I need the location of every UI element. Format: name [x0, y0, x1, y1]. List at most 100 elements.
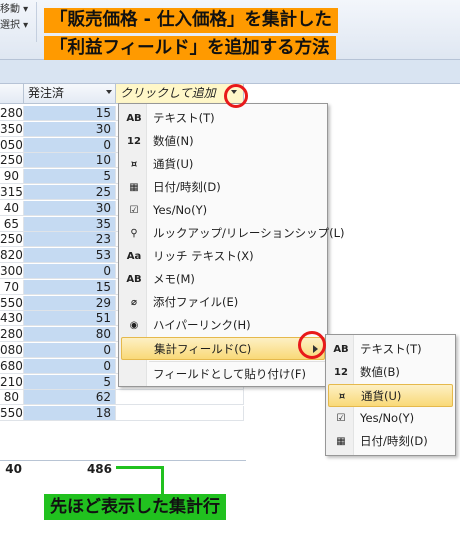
cell-price[interactable]: 550 — [0, 406, 24, 422]
navigation-strip — [0, 60, 460, 84]
submenu-item-label: 日付/時刻(D) — [360, 434, 428, 448]
cell-ordered[interactable]: 51 — [24, 311, 116, 327]
menu-item-label: 通貨(U) — [153, 157, 194, 171]
menu-item[interactable]: AB メモ(M) — [121, 268, 325, 291]
number-type-icon: 12 — [127, 136, 141, 147]
currency-type-icon: ¤ — [338, 391, 346, 402]
ribbon-select-button[interactable]: 選択 ▾ — [0, 16, 28, 31]
menu-item[interactable]: ⌀ 添付ファイル(E) — [121, 291, 325, 314]
cell-ordered[interactable]: 0 — [24, 137, 116, 153]
title-banner-line1: 「販売価格 - 仕入価格」を集計した — [44, 8, 338, 33]
cell-price[interactable]: 40 — [0, 200, 24, 216]
callout-connector — [161, 466, 164, 494]
currency-type-icon: ¤ — [130, 159, 138, 170]
calculated-field-submenu: AB テキスト(T) 12 数値(B) ¤ 通貨(U) ☑ Yes/No(Y) ▦ 日付/時刻(D… — [325, 334, 456, 456]
menu-item[interactable]: 12 数値(N) — [121, 130, 325, 153]
callout-connector — [116, 466, 164, 469]
column-header-price[interactable] — [0, 84, 24, 104]
cell-ordered[interactable]: 5 — [24, 169, 116, 185]
cell-ordered[interactable]: 0 — [24, 264, 116, 279]
cell-ordered[interactable]: 53 — [24, 248, 116, 264]
submenu-item[interactable]: 12 数値(B) — [328, 361, 453, 384]
cell-ordered[interactable]: 10 — [24, 153, 116, 169]
cell-price[interactable]: 550 — [0, 295, 24, 311]
submenu-item[interactable]: AB テキスト(T) — [328, 338, 453, 361]
menu-item-label: ルックアップ/リレーションシップ(L) — [153, 226, 345, 240]
callout-total-row: 先ほど表示した集計行 — [44, 494, 226, 520]
menu-item[interactable]: Aa リッチ テキスト(X) — [121, 245, 325, 268]
lookup-relationship-icon: ⚲ — [130, 228, 138, 239]
cell-price[interactable]: 80 — [0, 390, 24, 406]
cell-price[interactable]: 90 — [0, 169, 24, 185]
cell-ordered[interactable]: 0 — [24, 343, 116, 358]
menu-item[interactable]: AB テキスト(T) — [121, 107, 325, 130]
menu-item-label: 日付/時刻(D) — [153, 180, 221, 194]
cell-ordered[interactable]: 18 — [24, 406, 116, 422]
memo-type-icon: AB — [126, 274, 142, 285]
menu-item[interactable]: ⚲ ルックアップ/リレーションシップ(L) — [121, 222, 344, 245]
cell-price[interactable]: 080 — [0, 343, 24, 358]
menu-item[interactable]: ☑ Yes/No(Y) — [121, 199, 325, 222]
cell-ordered[interactable]: 5 — [24, 374, 116, 390]
column-header-ordered[interactable]: 発注済 — [24, 84, 116, 104]
cell-price[interactable]: 350 — [0, 121, 24, 137]
menu-item[interactable]: ◉ ハイパーリンク(H) — [121, 314, 325, 337]
cell-price[interactable]: 430 — [0, 311, 24, 327]
cell-new-field[interactable] — [116, 406, 244, 422]
cell-ordered[interactable]: 0 — [24, 358, 116, 374]
menu-separator — [149, 361, 325, 362]
field-type-menu: AB テキスト(T) 12 数値(N) ¤ 通貨(U) ▦ 日付/時刻(D) ☑ Yes/No(Y… — [118, 103, 345, 387]
cell-price[interactable]: 210 — [0, 374, 24, 390]
menu-item-label: Yes/No(Y) — [153, 203, 208, 217]
cell-price[interactable]: 820 — [0, 248, 24, 264]
cell-ordered[interactable]: 29 — [24, 295, 116, 311]
chevron-down-icon[interactable] — [106, 90, 112, 94]
highlight-ring-submenu-arrow — [298, 331, 326, 359]
menu-item-label: 添付ファイル(E) — [153, 295, 239, 309]
cell-ordered[interactable]: 25 — [24, 185, 116, 200]
cell-ordered[interactable]: 15 — [24, 106, 116, 121]
cell-ordered[interactable]: 15 — [24, 279, 116, 295]
cell-ordered[interactable]: 80 — [24, 327, 116, 343]
menu-item[interactable]: 集計フィールド(C) — [121, 337, 325, 360]
menu-item-label: 数値(N) — [153, 134, 194, 148]
submenu-item[interactable]: ☑ Yes/No(Y) — [328, 407, 453, 430]
cell-price[interactable]: 050 — [0, 137, 24, 153]
total-cell-ordered[interactable]: 486 — [24, 461, 112, 477]
cell-ordered[interactable]: 30 — [24, 200, 116, 216]
date-time-type-icon: ▦ — [129, 182, 139, 193]
cell-ordered[interactable]: 30 — [24, 121, 116, 137]
menu-item[interactable]: フィールドとして貼り付け(F) — [121, 363, 325, 386]
date-time-type-icon: ▦ — [336, 436, 346, 447]
rich-text-icon: Aa — [126, 251, 142, 262]
menu-item[interactable]: ▦ 日付/時刻(D) — [121, 176, 325, 199]
total-cell-price: 40 — [5, 462, 22, 476]
cell-ordered[interactable]: 23 — [24, 232, 116, 248]
menu-item-label: メモ(M) — [153, 272, 195, 286]
text-type-icon: AB — [126, 113, 142, 124]
cell-price[interactable]: 280 — [0, 106, 24, 121]
yes-no-type-icon: ☑ — [129, 205, 139, 216]
title-banner-line2: 「利益フィールド」を追加する方法 — [44, 36, 336, 61]
menu-item-label: ハイパーリンク(H) — [153, 318, 251, 332]
column-header-add-field-label: クリックして追加 — [120, 86, 216, 100]
cell-new-field[interactable] — [116, 390, 244, 406]
cell-price[interactable]: 250 — [0, 153, 24, 169]
cell-price[interactable]: 250 — [0, 232, 24, 248]
attachment-icon: ⌀ — [130, 297, 138, 308]
submenu-item[interactable]: ▦ 日付/時刻(D) — [328, 430, 453, 453]
submenu-item-label: テキスト(T) — [360, 342, 422, 356]
cell-ordered[interactable]: 35 — [24, 216, 116, 232]
hyperlink-icon: ◉ — [129, 320, 139, 331]
menu-item-label: フィールドとして貼り付け(F) — [153, 367, 307, 381]
cell-price[interactable]: 315 — [0, 185, 24, 200]
cell-price[interactable]: 70 — [0, 279, 24, 295]
cell-price[interactable]: 300 — [0, 264, 24, 279]
cell-price[interactable]: 280 — [0, 327, 24, 343]
cell-price[interactable]: 680 — [0, 358, 24, 374]
ribbon-move-button[interactable]: 移動 ▾ — [0, 0, 28, 15]
menu-item[interactable]: ¤ 通貨(U) — [121, 153, 325, 176]
submenu-item[interactable]: ¤ 通貨(U) — [328, 384, 453, 407]
cell-price[interactable]: 65 — [0, 216, 24, 232]
cell-ordered[interactable]: 62 — [24, 390, 116, 406]
